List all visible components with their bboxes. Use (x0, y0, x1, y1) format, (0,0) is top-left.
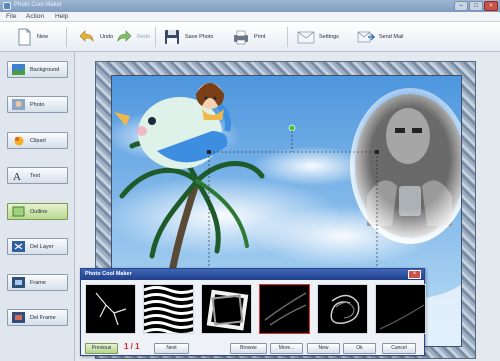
photo-icon (12, 99, 25, 110)
settings-button[interactable]: Settings (297, 25, 339, 49)
frame-icon (12, 277, 25, 288)
tool-sidebar: Background Photo Clipart A Text Outline … (0, 52, 75, 361)
print-label: Print (254, 34, 266, 40)
sidebar-background-label: Background (30, 66, 60, 73)
redo-arrow-icon (117, 30, 132, 42)
outline-thumbnail-list (85, 284, 426, 334)
clipart-icon (14, 136, 24, 146)
title-bar: Photo Cool Maker – □ × (0, 0, 500, 12)
sidebar-frame-label: Frame (30, 279, 46, 286)
more-button[interactable]: More... (270, 343, 303, 354)
maximize-button[interactable]: □ (469, 1, 483, 11)
dialog-close-button[interactable]: × (408, 270, 421, 279)
sidebar-outline-button[interactable]: Outline (7, 203, 68, 220)
app-icon (3, 2, 11, 10)
previous-button[interactable]: Previous (85, 343, 118, 354)
new-button[interactable]: New (15, 25, 48, 49)
outline-picker-dialog: Photo Cool Maker × Previous 1 / 1 Next B… (80, 268, 426, 356)
background-icon (12, 64, 25, 75)
outline-thumbnail-selected[interactable] (259, 284, 310, 334)
save-photo-label: Save Photo (185, 34, 214, 40)
sidebar-text-label: Text (30, 172, 41, 179)
menu-action[interactable]: Action (26, 13, 44, 20)
window-title: Photo Cool Maker (14, 2, 63, 8)
sidebar-photo-button[interactable]: Photo (7, 96, 68, 113)
delete-frame-icon (12, 312, 25, 323)
delete-layer-icon (12, 241, 25, 252)
undo-label: Undo (100, 34, 114, 40)
page-indicator: 1 / 1 (124, 342, 140, 351)
text-icon: A (13, 171, 21, 181)
rotate-handle[interactable] (288, 124, 296, 132)
menu-file[interactable]: File (6, 13, 16, 20)
next-button[interactable]: Next (154, 343, 189, 354)
undo-arrow-icon (79, 30, 94, 42)
sidebar-background-button[interactable]: Background (7, 61, 68, 78)
browse-button[interactable]: Browse (230, 343, 267, 354)
svg-text:A: A (13, 171, 21, 181)
save-photo-button[interactable]: Save Photo (163, 25, 213, 49)
print-button[interactable]: Print (232, 25, 265, 49)
outline-icon (12, 206, 25, 217)
sidebar-del-frame-label: Del Frame (30, 314, 56, 321)
sidebar-del-frame-button[interactable]: Del Frame (7, 309, 68, 326)
sidebar-clipart-label: Clipart (30, 137, 46, 144)
sidebar-frame-button[interactable]: Frame (7, 274, 68, 291)
ok-button[interactable]: Ok (343, 343, 376, 354)
sidebar-outline-label: Outline (30, 208, 48, 215)
menu-help[interactable]: Help (55, 13, 68, 20)
settings-envelope-icon (297, 31, 315, 44)
floppy-disk-icon (165, 30, 179, 44)
close-button[interactable]: × (484, 1, 498, 11)
sidebar-clipart-button[interactable]: Clipart (7, 132, 68, 149)
app-window: Photo Cool Maker – □ × File Action Help … (0, 0, 500, 361)
sidebar-text-button[interactable]: A Text (7, 167, 68, 184)
undo-button[interactable]: Undo (78, 25, 113, 49)
minimize-button[interactable]: – (454, 1, 468, 11)
send-mail-button[interactable]: Send Mail (357, 25, 403, 49)
menu-bar: File Action Help (0, 12, 500, 22)
sidebar-photo-label: Photo (30, 101, 45, 108)
outline-thumbnail[interactable] (201, 284, 252, 334)
redo-label: Redo (137, 34, 151, 40)
sidebar-del-layer-button[interactable]: Del Layer (7, 238, 68, 255)
new-document-icon (18, 28, 31, 46)
outline-thumbnail[interactable] (143, 284, 194, 334)
send-mail-label: Send Mail (379, 34, 404, 40)
dialog-title: Photo Cool Maker (81, 269, 424, 280)
outline-thumbnail[interactable] (317, 284, 368, 334)
new-outline-button[interactable]: New (307, 343, 340, 354)
redo-button[interactable]: Redo (115, 25, 150, 49)
send-mail-icon (357, 31, 375, 43)
outline-thumbnail[interactable] (85, 284, 136, 334)
settings-label: Settings (319, 34, 339, 40)
cancel-button[interactable]: Cancel (382, 343, 416, 354)
sidebar-del-layer-label: Del Layer (30, 243, 54, 250)
printer-icon (234, 30, 248, 45)
outline-thumbnail[interactable] (375, 284, 426, 334)
new-label: New (37, 34, 49, 40)
toolbar: New Undo Redo Save Photo Print Settings … (0, 22, 500, 52)
